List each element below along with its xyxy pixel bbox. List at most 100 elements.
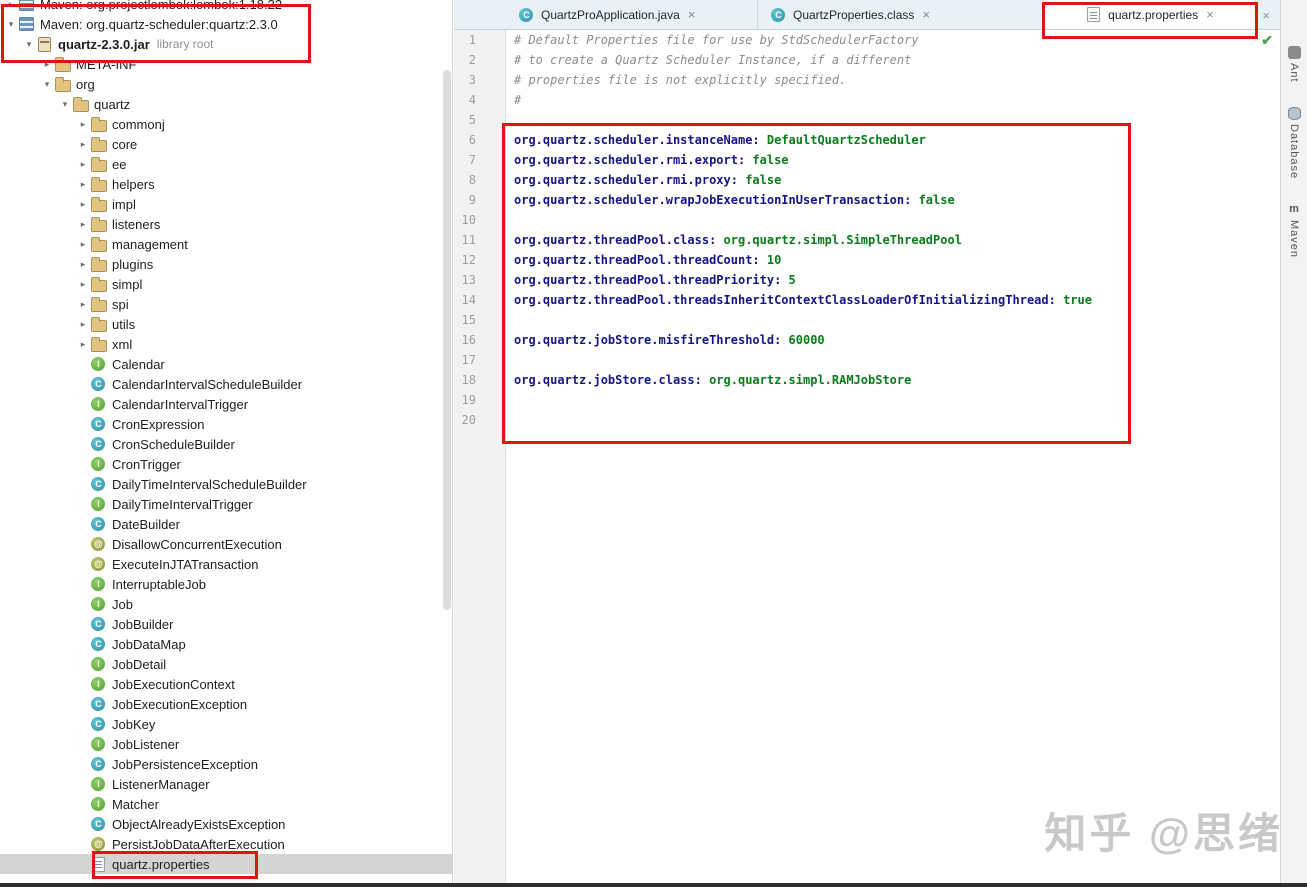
chevron-right-icon[interactable]: ▸ — [76, 199, 90, 210]
line-number: 13 — [461, 273, 476, 287]
tree-item-disallowconcurrentexecution[interactable]: @ DisallowConcurrentExecution — [0, 534, 452, 554]
tree-item-label: InterruptableJob — [112, 576, 206, 592]
chevron-right-icon[interactable]: ▸ — [76, 319, 90, 330]
tree-item-persistjobdataafterexecution[interactable]: @ PersistJobDataAfterExecution — [0, 834, 452, 854]
chevron-right-icon[interactable]: ▸ — [76, 239, 90, 250]
chevron-right-icon[interactable]: ▸ — [76, 279, 90, 290]
code-line-9[interactable]: 9 org.quartz.scheduler.wrapJobExecutionIn… — [454, 190, 1280, 210]
tree-item-cronexpression[interactable]: C CronExpression — [0, 414, 452, 434]
chevron-right-icon[interactable]: ▸ — [76, 299, 90, 310]
tree-item-listeners[interactable]: ▸ listeners — [0, 214, 452, 234]
tree-item-objectalreadyexistsexception[interactable]: C ObjectAlreadyExistsException — [0, 814, 452, 834]
code-line-6[interactable]: 6 org.quartz.scheduler.instanceName: Defa… — [454, 130, 1280, 150]
tree-item-datebuilder[interactable]: C DateBuilder — [0, 514, 452, 534]
tab-close-icon[interactable]: × — [688, 8, 696, 21]
tree-item-jobexecutionexception[interactable]: C JobExecutionException — [0, 694, 452, 714]
chevron-right-icon[interactable]: ▸ — [40, 59, 54, 70]
code-line-13[interactable]: 13 org.quartz.threadPool.threadPriority: … — [454, 270, 1280, 290]
chevron-right-icon[interactable]: ▸ — [76, 159, 90, 170]
tool-window-button-maven[interactable]: m Maven — [1288, 203, 1301, 258]
chevron-right-icon[interactable]: ▸ — [76, 179, 90, 190]
folder-icon — [72, 96, 89, 112]
tree-item-meta-inf[interactable]: ▸ META-INF — [0, 54, 452, 74]
tree-item-xml[interactable]: ▸ xml — [0, 334, 452, 354]
code-line-20[interactable]: 20 — [454, 410, 1280, 430]
tab-close-icon[interactable]: × — [1206, 8, 1214, 21]
tree-item-job[interactable]: I Job — [0, 594, 452, 614]
code-line-15[interactable]: 15 — [454, 310, 1280, 330]
tree-item-cronschedulebuilder[interactable]: C CronScheduleBuilder — [0, 434, 452, 454]
code-line-12[interactable]: 12 org.quartz.threadPool.threadCount: 10 — [454, 250, 1280, 270]
chevron-right-icon[interactable]: ▸ — [4, 0, 18, 10]
code-line-16[interactable]: 16 org.quartz.jobStore.misfireThreshold: … — [454, 330, 1280, 350]
tree-item-core[interactable]: ▸ core — [0, 134, 452, 154]
code-line-7[interactable]: 7 org.quartz.scheduler.rmi.export: false — [454, 150, 1280, 170]
tree-item-calendarintervalschedulebuilder[interactable]: C CalendarIntervalScheduleBuilder — [0, 374, 452, 394]
code-line-11[interactable]: 11 org.quartz.threadPool.class: org.quart… — [454, 230, 1280, 250]
tree-item-simpl[interactable]: ▸ simpl — [0, 274, 452, 294]
tree-item-jobexecutioncontext[interactable]: I JobExecutionContext — [0, 674, 452, 694]
code-line-2[interactable]: 2 # to create a Quartz Scheduler Instance… — [454, 50, 1280, 70]
class-icon: C — [90, 636, 107, 652]
code-line-1[interactable]: 1 # Default Properties file for use by St… — [454, 30, 1280, 50]
code-line-17[interactable]: 17 — [454, 350, 1280, 370]
tree-item-maven-org-projectlombok-lombok-1-18-22[interactable]: ▸ Maven: org.projectlombok:lombok:1.18.22 — [0, 0, 452, 14]
tree-item-dailytimeintervaltrigger[interactable]: I DailyTimeIntervalTrigger — [0, 494, 452, 514]
code-line-18[interactable]: 18 org.quartz.jobStore.class: org.quartz.… — [454, 370, 1280, 390]
tree-item-calendar[interactable]: I Calendar — [0, 354, 452, 374]
tree-item-ee[interactable]: ▸ ee — [0, 154, 452, 174]
tree-item-org[interactable]: ▾ org — [0, 74, 452, 94]
tabbar-close-icon[interactable]: × — [1262, 8, 1270, 23]
tree-item-maven-org-quartz-scheduler-quartz-2-3-0[interactable]: ▾ Maven: org.quartz-scheduler:quartz:2.3.… — [0, 14, 452, 34]
tree-item-matcher[interactable]: I Matcher — [0, 794, 452, 814]
chevron-down-icon[interactable]: ▾ — [22, 39, 36, 50]
code-line-10[interactable]: 10 — [454, 210, 1280, 230]
tree-item-commonj[interactable]: ▸ commonj — [0, 114, 452, 134]
chevron-down-icon[interactable]: ▾ — [40, 79, 54, 90]
chevron-down-icon[interactable]: ▾ — [4, 19, 18, 30]
tool-window-button-ant[interactable]: Ant — [1287, 46, 1301, 83]
tree-item-spi[interactable]: ▸ spi — [0, 294, 452, 314]
tree-item-quartz[interactable]: ▾ quartz — [0, 94, 452, 114]
tree-item-executeinjtatransaction[interactable]: @ ExecuteInJTATransaction — [0, 554, 452, 574]
tree-item-jobbuilder[interactable]: C JobBuilder — [0, 614, 452, 634]
tab-quartzproapplication-java[interactable]: C QuartzProApplication.java × — [506, 0, 758, 29]
chevron-right-icon[interactable]: ▸ — [76, 339, 90, 350]
tree-item-quartz-properties[interactable]: quartz.properties — [0, 854, 452, 874]
tree-item-helpers[interactable]: ▸ helpers — [0, 174, 452, 194]
code-line-5[interactable]: 5 — [454, 110, 1280, 130]
tree-scrollbar[interactable] — [443, 70, 451, 610]
tab-close-icon[interactable]: × — [922, 8, 930, 21]
folder-icon — [54, 76, 71, 92]
chevron-right-icon[interactable]: ▸ — [76, 139, 90, 150]
code-line-19[interactable]: 19 — [454, 390, 1280, 410]
tree-item-dailytimeintervalschedulebuilder[interactable]: C DailyTimeIntervalScheduleBuilder — [0, 474, 452, 494]
code-line-3[interactable]: 3 # properties file is not explicitly spe… — [454, 70, 1280, 90]
chevron-right-icon[interactable]: ▸ — [76, 259, 90, 270]
chevron-right-icon[interactable]: ▸ — [76, 119, 90, 130]
tree-item-jobdatamap[interactable]: C JobDataMap — [0, 634, 452, 654]
tree-item-joblistener[interactable]: I JobListener — [0, 734, 452, 754]
editor-pane[interactable]: 1 # Default Properties file for use by St… — [454, 30, 1280, 883]
tree-item-impl[interactable]: ▸ impl — [0, 194, 452, 214]
inspections-ok-icon[interactable]: ✔ — [1261, 32, 1273, 49]
tree-item-calendarintervaltrigger[interactable]: I CalendarIntervalTrigger — [0, 394, 452, 414]
tree-item-utils[interactable]: ▸ utils — [0, 314, 452, 334]
code-line-8[interactable]: 8 org.quartz.scheduler.rmi.proxy: false — [454, 170, 1280, 190]
tree-item-jobdetail[interactable]: I JobDetail — [0, 654, 452, 674]
code-line-14[interactable]: 14 org.quartz.threadPool.threadsInheritCo… — [454, 290, 1280, 310]
code-line-4[interactable]: 4 # — [454, 90, 1280, 110]
tree-item-quartz-2-3-0-jar[interactable]: ▾ quartz-2.3.0.jar library root — [0, 34, 452, 54]
chevron-right-icon[interactable]: ▸ — [76, 219, 90, 230]
chevron-down-icon[interactable]: ▾ — [58, 99, 72, 110]
tab-quartzproperties-class[interactable]: C QuartzProperties.class × — [758, 0, 1044, 29]
tree-item-plugins[interactable]: ▸ plugins — [0, 254, 452, 274]
tree-item-jobpersistenceexception[interactable]: C JobPersistenceException — [0, 754, 452, 774]
tree-item-crontrigger[interactable]: I CronTrigger — [0, 454, 452, 474]
tree-item-jobkey[interactable]: C JobKey — [0, 714, 452, 734]
tab-quartz-properties[interactable]: quartz.properties × — [1044, 0, 1256, 29]
tool-window-button-database[interactable]: Database — [1287, 106, 1301, 179]
tree-item-listenermanager[interactable]: I ListenerManager — [0, 774, 452, 794]
tree-item-interruptablejob[interactable]: I InterruptableJob — [0, 574, 452, 594]
tree-item-management[interactable]: ▸ management — [0, 234, 452, 254]
